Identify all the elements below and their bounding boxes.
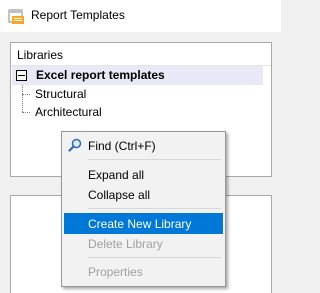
context-menu: Find (Ctrl+F) Expand all Collapse all Cr… — [61, 131, 226, 287]
menu-item-expand-all[interactable]: Expand all — [64, 164, 223, 185]
tree-item-excel-report-templates[interactable]: Excel report templates — [12, 66, 263, 85]
menu-item-collapse-all[interactable]: Collapse all — [64, 184, 223, 205]
tree-item-architectural[interactable]: Architectural — [35, 105, 102, 119]
menu-item-label: Collapse all — [88, 188, 151, 202]
tree-connector-line — [22, 85, 23, 112]
app-icon — [8, 9, 24, 24]
tree-item-structural[interactable]: Structural — [35, 87, 86, 101]
menu-separator — [88, 257, 221, 258]
menu-separator — [88, 208, 221, 209]
menu-item-create-new-library[interactable]: Create New Library — [64, 213, 223, 234]
tree-connector-line — [22, 94, 30, 95]
libraries-column-header[interactable]: Libraries — [11, 43, 271, 66]
menu-separator — [88, 159, 221, 160]
menu-item-label: Expand all — [88, 168, 145, 182]
menu-item-label: Create New Library — [88, 217, 192, 231]
menu-item-label: Properties — [88, 265, 143, 279]
menu-item-label: Delete Library — [88, 237, 163, 251]
collapse-icon[interactable] — [16, 70, 27, 81]
magnifier-icon — [68, 138, 82, 152]
menu-item-properties[interactable]: Properties — [64, 261, 223, 282]
menu-item-delete-library[interactable]: Delete Library — [64, 233, 223, 254]
title-bar: Report Templates — [0, 0, 281, 32]
tree-root-label: Excel report templates — [36, 68, 165, 82]
libraries-header-label: Libraries — [17, 48, 64, 62]
menu-item-find[interactable]: Find (Ctrl+F) — [64, 135, 223, 156]
menu-item-label: Find (Ctrl+F) — [88, 139, 156, 153]
window-title: Report Templates — [31, 8, 125, 22]
tree-connector-line — [22, 112, 30, 113]
